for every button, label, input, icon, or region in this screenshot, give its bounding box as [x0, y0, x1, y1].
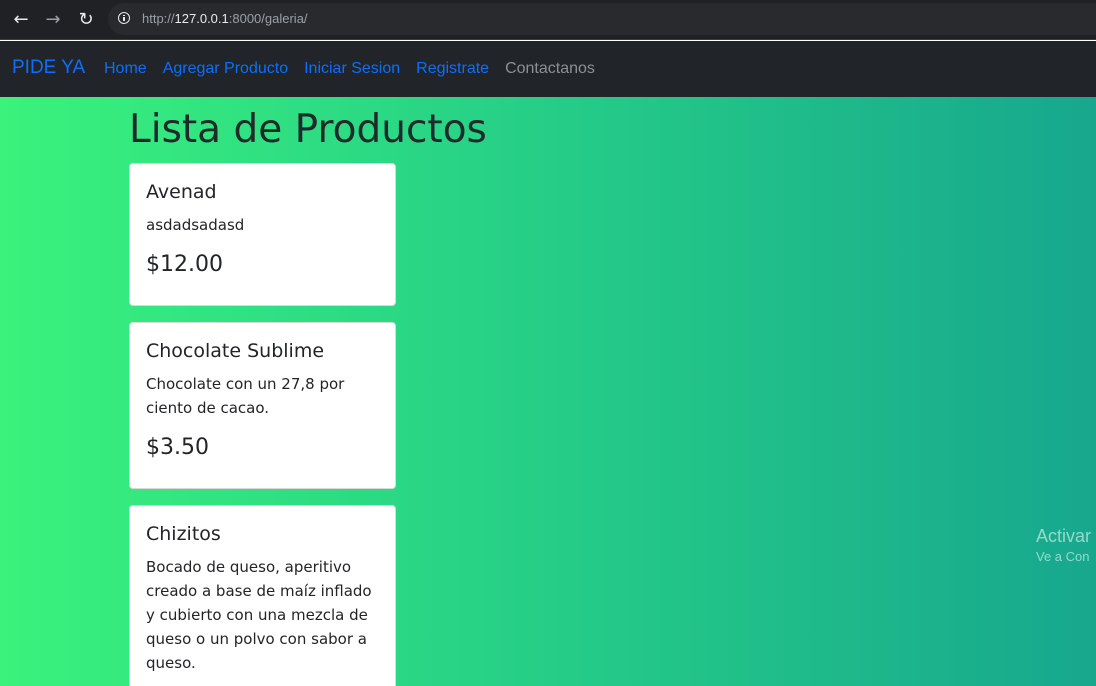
nav-link-registrate[interactable]: Registrate — [416, 60, 489, 78]
product-description: asdadsadasd — [146, 216, 245, 234]
nav-link-contactanos[interactable]: Contactanos — [505, 60, 595, 78]
url-path: :8000/galeria/ — [228, 11, 308, 26]
nav-link-home[interactable]: Home — [104, 60, 147, 78]
product-description: Bocado de queso, aperitivo creado a base… — [146, 558, 372, 672]
product-price: $12.00 — [146, 252, 223, 277]
product-card: Chizitos Bocado de queso, aperitivo crea… — [129, 505, 396, 686]
forward-arrow-icon[interactable]: → — [41, 8, 65, 32]
url-text[interactable]: http://127.0.0.1:8000/galeria/ — [142, 11, 308, 26]
address-bar[interactable]: http://127.0.0.1:8000/galeria/ — [108, 3, 1096, 35]
product-name: Avenad — [146, 181, 217, 203]
product-name: Chocolate Sublime — [146, 340, 325, 362]
info-icon[interactable] — [118, 12, 130, 24]
product-name: Chizitos — [146, 523, 221, 545]
nav-links: Home Agregar Producto Iniciar Sesion Reg… — [104, 60, 595, 78]
windows-activation-watermark: Activar Ve a Con — [1036, 526, 1091, 564]
product-description: Chocolate con un 27,8 por ciento de caca… — [146, 375, 345, 417]
main-content: Lista de Productos Avenad asdadsadasd $1… — [0, 97, 1096, 686]
site-navbar: PIDE YA Home Agregar Producto Iniciar Se… — [0, 41, 1096, 97]
page-title: Lista de Productos — [129, 107, 487, 152]
url-scheme: http:// — [142, 11, 175, 26]
watermark-line-1: Activar — [1036, 526, 1092, 546]
product-price: $3.50 — [146, 435, 209, 460]
product-card: Avenad asdadsadasd $12.00 — [129, 163, 396, 306]
browser-toolbar: ← → ↻ http://127.0.0.1:8000/galeria/ — [0, 0, 1096, 40]
brand-link[interactable]: PIDE YA — [12, 57, 85, 79]
nav-link-agregar-producto[interactable]: Agregar Producto — [163, 60, 288, 78]
back-arrow-icon[interactable]: ← — [9, 8, 33, 32]
nav-link-iniciar-sesion[interactable]: Iniciar Sesion — [304, 60, 400, 78]
watermark-line-2: Ve a Con — [1036, 549, 1090, 564]
product-card: Chocolate Sublime Chocolate con un 27,8 … — [129, 322, 396, 489]
url-host: 127.0.0.1 — [174, 11, 229, 26]
reload-icon[interactable]: ↻ — [74, 8, 98, 32]
